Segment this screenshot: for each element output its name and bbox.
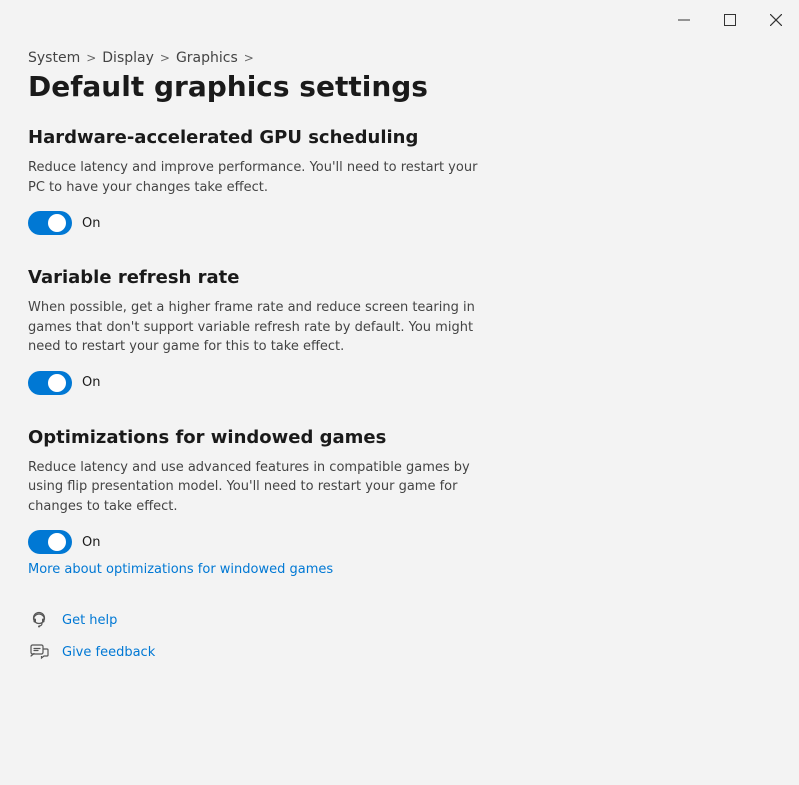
toggle-row-variable-refresh: On [28, 371, 759, 395]
section-windowed-games-description: Reduce latency and use advanced features… [28, 458, 498, 517]
breadcrumb-display[interactable]: Display [102, 50, 154, 66]
give-feedback-icon [28, 641, 50, 663]
breadcrumb-separator-2: > [160, 51, 170, 65]
toggle-windowed-games-label: On [82, 535, 100, 550]
page-title: Default graphics settings [28, 70, 759, 103]
title-bar [0, 0, 799, 40]
toggle-variable-refresh[interactable] [28, 371, 72, 395]
title-bar-controls [661, 0, 799, 40]
breadcrumb-separator-3: > [244, 51, 254, 65]
footer-links: Get help Give feedback [28, 609, 759, 663]
header-section: System > Display > Graphics > Default gr… [28, 50, 759, 103]
breadcrumb: System > Display > Graphics > [28, 50, 759, 66]
section-hardware-gpu-description: Reduce latency and improve performance. … [28, 158, 498, 197]
breadcrumb-system[interactable]: System [28, 50, 80, 66]
section-variable-refresh: Variable refresh rate When possible, get… [28, 267, 759, 395]
section-variable-refresh-description: When possible, get a higher frame rate a… [28, 298, 498, 357]
toggle-hardware-gpu-slider [28, 211, 72, 235]
section-windowed-games: Optimizations for windowed games Reduce … [28, 427, 759, 578]
main-content: System > Display > Graphics > Default gr… [0, 40, 799, 785]
toggle-variable-refresh-slider [28, 371, 72, 395]
toggle-windowed-games[interactable] [28, 530, 72, 554]
section-variable-refresh-title: Variable refresh rate [28, 267, 759, 288]
give-feedback-label: Give feedback [62, 645, 155, 660]
windowed-games-learn-more-link[interactable]: More about optimizations for windowed ga… [28, 562, 333, 577]
toggle-row-windowed-games: On [28, 530, 759, 554]
window: System > Display > Graphics > Default gr… [0, 0, 799, 785]
minimize-button[interactable] [661, 0, 707, 40]
close-button[interactable] [753, 0, 799, 40]
toggle-variable-refresh-label: On [82, 375, 100, 390]
toggle-row-hardware-gpu: On [28, 211, 759, 235]
section-hardware-gpu-title: Hardware-accelerated GPU scheduling [28, 127, 759, 148]
toggle-windowed-games-slider [28, 530, 72, 554]
get-help-link[interactable]: Get help [28, 609, 759, 631]
get-help-label: Get help [62, 613, 117, 628]
breadcrumb-separator-1: > [86, 51, 96, 65]
get-help-icon [28, 609, 50, 631]
toggle-hardware-gpu-label: On [82, 216, 100, 231]
toggle-hardware-gpu[interactable] [28, 211, 72, 235]
section-windowed-games-title: Optimizations for windowed games [28, 427, 759, 448]
breadcrumb-graphics[interactable]: Graphics [176, 50, 238, 66]
give-feedback-link[interactable]: Give feedback [28, 641, 759, 663]
section-hardware-gpu: Hardware-accelerated GPU scheduling Redu… [28, 127, 759, 235]
maximize-button[interactable] [707, 0, 753, 40]
